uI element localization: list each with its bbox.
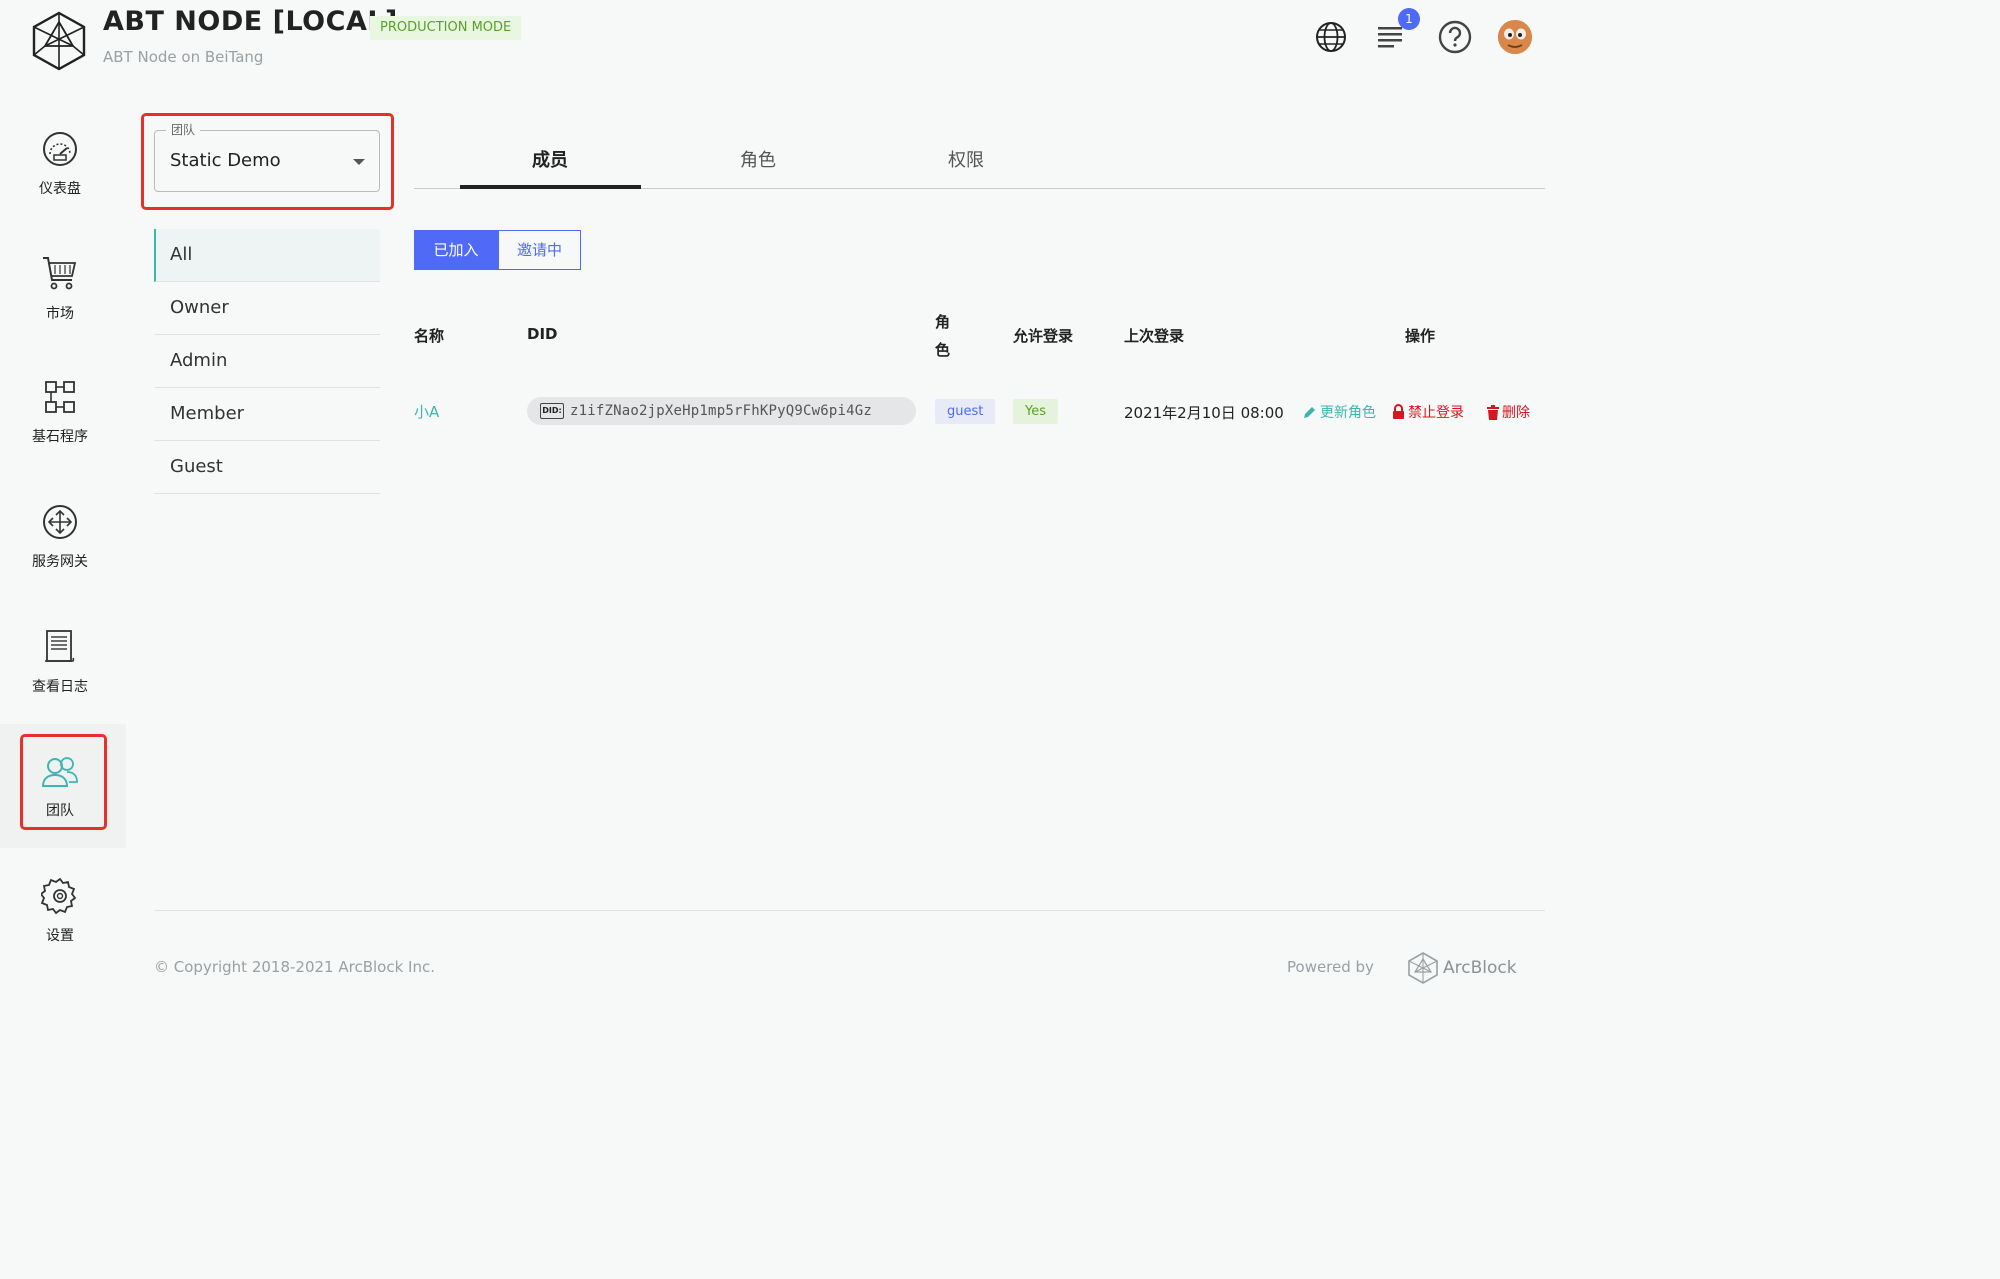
- production-mode-badge: PRODUCTION MODE: [370, 16, 522, 40]
- powered-by-text: Powered by: [1287, 958, 1374, 976]
- chevron-down-icon[interactable]: [353, 159, 365, 165]
- sidebar-item-settings[interactable]: 设置: [0, 877, 120, 977]
- sidebar-item-blocklets[interactable]: 基石程序: [0, 378, 120, 478]
- update-role-label: 更新角色: [1320, 405, 1376, 421]
- role-filter-owner[interactable]: Owner: [154, 282, 380, 335]
- sidebar-item-dashboard[interactable]: 仪表盘: [0, 130, 120, 230]
- team-icon: [41, 757, 78, 787]
- last-login-time: 2021年2月10日 08:00: [1124, 404, 1284, 422]
- block-login-label: 禁止登录: [1408, 405, 1464, 421]
- help-button[interactable]: [1436, 18, 1474, 56]
- sidebar-item-label: 市场: [46, 306, 74, 322]
- user-avatar[interactable]: [1498, 20, 1532, 54]
- role-chip: guest: [935, 399, 996, 424]
- dashboard-gauge-icon: [43, 132, 77, 166]
- gateway-icon: [43, 505, 77, 539]
- sidebar-item-label: 服务网关: [32, 554, 88, 570]
- tab-roles[interactable]: 角色: [668, 135, 848, 189]
- block-login-button[interactable]: 禁止登录: [1392, 402, 1464, 422]
- language-globe-button[interactable]: [1312, 18, 1350, 56]
- sidebar-item-logs[interactable]: 查看日志: [0, 628, 120, 728]
- sidebar-item-label: 团队: [46, 803, 74, 819]
- did-chip[interactable]: DID: z1ifZNao2jpXeHp1mp5rFhKPyQ9Cw6pi4Gz: [527, 397, 916, 425]
- allow-login-chip: Yes: [1013, 399, 1058, 424]
- team-tabs: 成员 角色 权限: [414, 135, 1545, 189]
- did-value: z1ifZNao2jpXeHp1mp5rFhKPyQ9Cw6pi4Gz: [570, 403, 873, 419]
- sidebar-item-label: 仪表盘: [39, 181, 81, 197]
- team-select-label: 团队: [166, 121, 201, 138]
- sidebar-item-label: 基石程序: [32, 429, 88, 445]
- tab-permissions[interactable]: 权限: [876, 135, 1056, 189]
- arcblock-logo-icon: [1408, 952, 1438, 984]
- app-header: ABT NODE [LOCAL] PRODUCTION MODE ABT Nod…: [0, 0, 1568, 82]
- avatar-face-icon: [1498, 20, 1532, 54]
- active-tab-indicator: [460, 185, 641, 189]
- footer-divider: [154, 910, 1545, 911]
- member-name-link[interactable]: 小A: [414, 401, 439, 422]
- trash-icon: [1487, 404, 1499, 420]
- globe-icon: [1316, 22, 1346, 52]
- sidebar-item-market[interactable]: 市场: [0, 253, 120, 353]
- lock-icon: [1393, 404, 1404, 419]
- abt-node-logo: [32, 11, 86, 71]
- delete-label: 删除: [1502, 405, 1530, 421]
- sidebar-item-team[interactable]: 团队: [0, 752, 120, 852]
- column-header-last-login: 上次登录: [1124, 327, 1185, 345]
- blocklet-grid-icon: [45, 381, 75, 413]
- notification-list-icon: [1378, 27, 1402, 48]
- column-header-name: 名称: [414, 327, 445, 345]
- arcblock-brand-name: ArcBlock: [1443, 958, 1517, 978]
- inviting-toggle-button[interactable]: 邀请中: [498, 230, 581, 270]
- sidebar-item-label: 查看日志: [32, 679, 88, 695]
- sidebar-item-label: 设置: [46, 928, 74, 944]
- role-filter-list: All Owner Admin Member Guest: [154, 229, 380, 494]
- column-header-actions: 操作: [1405, 327, 1436, 345]
- log-icon: [45, 630, 75, 662]
- column-header-role-line1: 角: [935, 313, 951, 331]
- role-filter-member[interactable]: Member: [154, 388, 380, 441]
- column-header-allow-login: 允许登录: [1013, 327, 1074, 345]
- notification-count-badge: 1: [1398, 8, 1420, 30]
- sidebar-item-gateway[interactable]: 服务网关: [0, 503, 120, 603]
- update-role-button[interactable]: 更新角色: [1302, 402, 1376, 422]
- pencil-icon: [1304, 406, 1315, 418]
- copyright-text: © Copyright 2018-2021 ArcBlock Inc.: [154, 958, 435, 976]
- joined-toggle-button[interactable]: 已加入: [414, 230, 498, 270]
- role-filter-all[interactable]: All: [154, 229, 380, 282]
- team-select-value: Static Demo: [170, 150, 281, 171]
- cart-icon: [43, 257, 77, 290]
- role-filter-admin[interactable]: Admin: [154, 335, 380, 388]
- delete-member-button[interactable]: 删除: [1487, 402, 1530, 422]
- gear-icon: [41, 877, 77, 915]
- node-subtitle: ABT Node on BeiTang: [103, 48, 264, 66]
- did-badge-icon: DID:: [540, 403, 564, 419]
- column-header-did: DID: [527, 325, 558, 343]
- help-circle-icon: [1438, 20, 1472, 54]
- app-title: ABT NODE [LOCAL]: [103, 6, 398, 37]
- tab-members[interactable]: 成员: [460, 135, 640, 189]
- column-header-role-line2: 色: [935, 341, 951, 359]
- role-filter-guest[interactable]: Guest: [154, 441, 380, 494]
